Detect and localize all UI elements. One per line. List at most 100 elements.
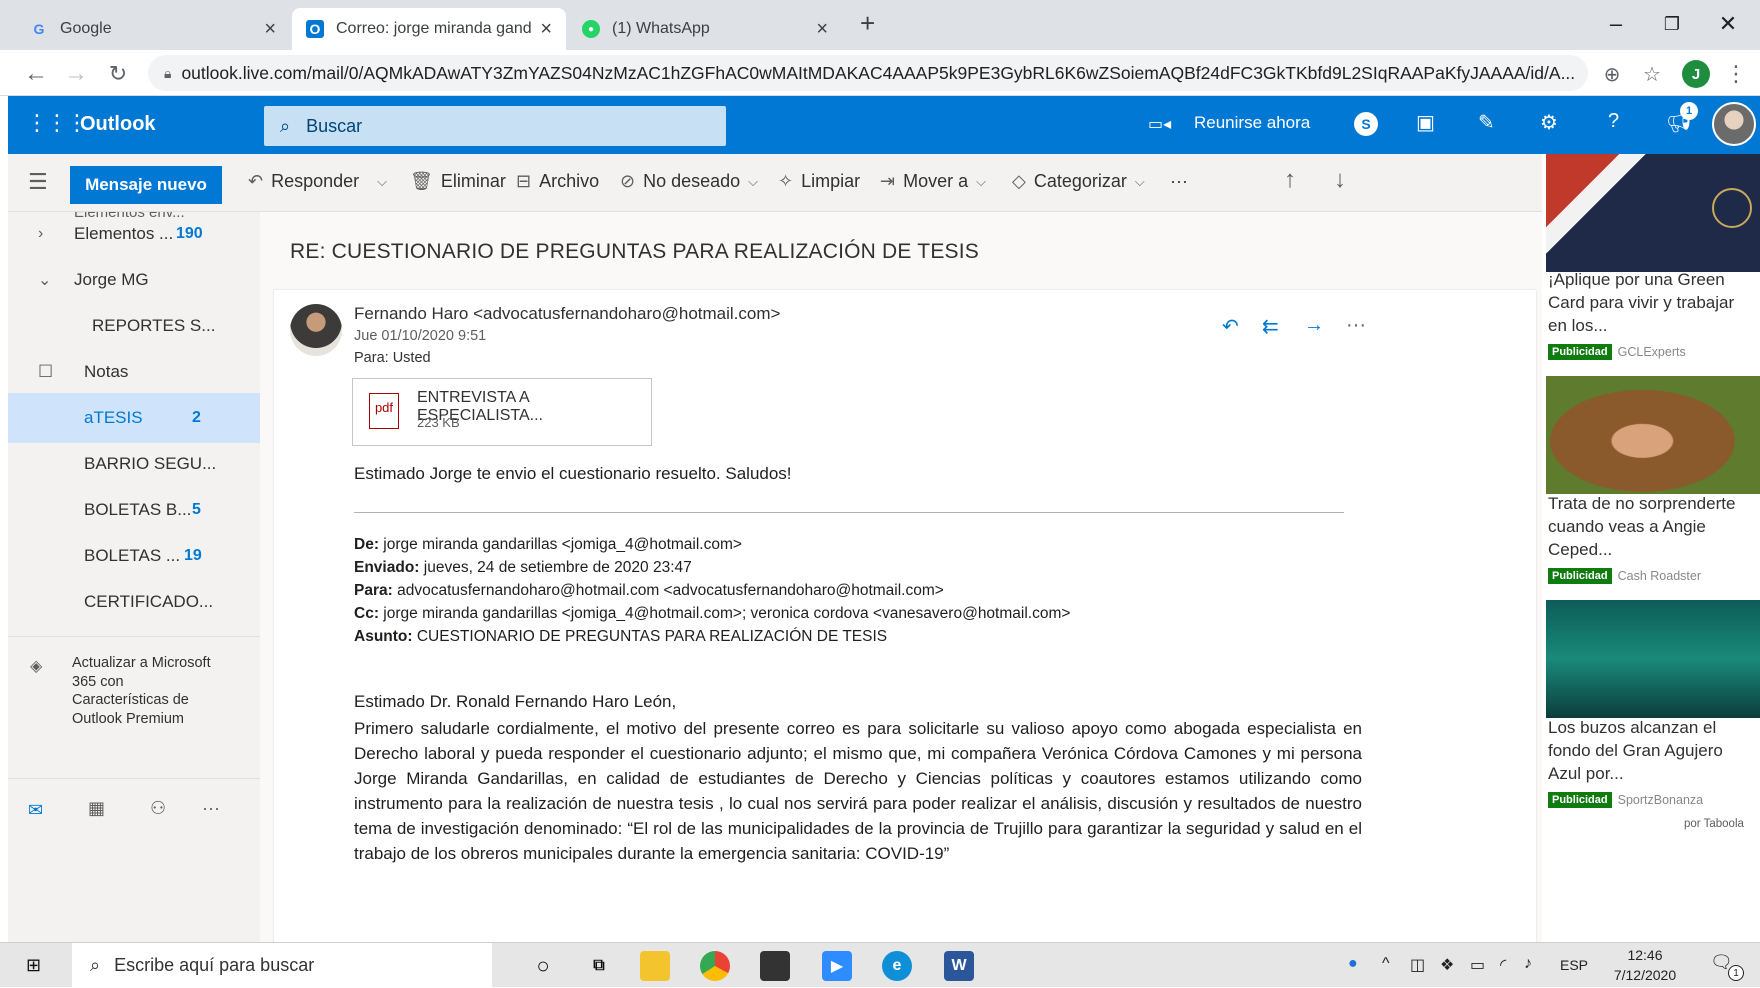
folder-item[interactable]: ☐ Notas [8, 347, 260, 397]
menu-kebab-icon[interactable]: ⋮ [1720, 58, 1752, 90]
word-icon[interactable]: W [944, 951, 974, 981]
clock-date[interactable]: 7/12/2020 [1610, 967, 1680, 983]
meet-now-button[interactable]: Reunirse ahora [1194, 113, 1310, 133]
chevron-right-icon[interactable]: › [38, 225, 43, 243]
tab-outlook[interactable]: O Correo: jorge miranda gandarilla × [292, 8, 566, 50]
folder-item[interactable]: REPORTES S... [8, 301, 260, 351]
arrow-down-icon[interactable]: ↓ [1334, 166, 1346, 194]
close-icon[interactable]: × [540, 18, 552, 41]
install-icon[interactable]: ⊕ [1596, 58, 1628, 90]
app-name[interactable]: Outlook [80, 113, 156, 136]
close-window-button[interactable]: ✕ [1700, 6, 1756, 42]
tab-whatsapp[interactable]: ● (1) WhatsApp × [568, 8, 842, 50]
search-input[interactable]: ⌕ Buscar [264, 106, 726, 146]
chevron-down-icon[interactable]: ⌵ [976, 174, 986, 190]
chevron-down-icon[interactable]: ⌄ [38, 270, 51, 290]
upgrade-link[interactable]: Actualizar a Microsoft 365 con Caracterí… [72, 654, 212, 728]
browser-tab-strip: G Google × O Correo: jorge miranda ganda… [0, 0, 1760, 50]
sender-avatar[interactable] [290, 304, 342, 356]
more-actions-button[interactable]: ··· [1170, 171, 1188, 192]
ad-image[interactable] [1546, 154, 1760, 272]
chrome-icon[interactable] [700, 951, 730, 981]
skype-icon[interactable]: S [1354, 112, 1378, 136]
taskbar-search-input[interactable]: ⌕ Escribe aquí para buscar [72, 943, 492, 988]
profile-avatar[interactable]: J [1682, 60, 1710, 88]
new-message-button[interactable]: Mensaje nuevo [70, 166, 222, 204]
restore-button[interactable]: ❐ [1644, 6, 1700, 42]
label: De: [354, 536, 379, 553]
arrow-up-icon[interactable]: ↑ [1284, 166, 1296, 194]
tab-google[interactable]: G Google × [16, 8, 290, 50]
new-tab-button[interactable]: + [860, 8, 875, 39]
office-icon[interactable]: ▣ [1416, 110, 1435, 135]
ad-text[interactable]: ¡Aplique por una Green Card para vivir y… [1548, 268, 1754, 337]
reply-all-icon[interactable]: ⇇ [1262, 314, 1279, 339]
wifi-icon[interactable]: ◜ [1500, 955, 1506, 975]
forward-icon[interactable]: → [1304, 314, 1324, 337]
battery-icon[interactable]: ▭ [1470, 955, 1485, 975]
chevron-down-icon[interactable]: ⌵ [748, 174, 758, 190]
cortana-icon[interactable]: ○ [528, 951, 558, 981]
close-icon[interactable]: × [264, 18, 276, 41]
folder-item[interactable]: BARRIO SEGU... [8, 439, 260, 489]
my-day-icon[interactable]: ✎ [1478, 110, 1495, 135]
forward-icon[interactable]: → [60, 58, 92, 90]
reload-icon[interactable]: ↻ [102, 58, 134, 90]
file-explorer-icon[interactable] [640, 951, 670, 981]
move-to-button[interactable]: ⇥ Mover a ⌵ [880, 171, 986, 192]
sender[interactable]: Fernando Haro <advocatusfernandoharo@hot… [354, 304, 780, 324]
clock-time[interactable]: 12:46 [1610, 947, 1680, 963]
zoom-icon[interactable]: ▶ [822, 951, 852, 981]
dropbox-icon[interactable]: ❖ [1440, 955, 1454, 975]
folder-item-selected[interactable]: aTESIS 2 [8, 393, 260, 443]
more-apps-icon[interactable]: ··· [202, 798, 220, 819]
junk-button[interactable]: ⊘ No deseado ⌵ [620, 171, 758, 192]
calendar-icon[interactable]: ▦ [88, 798, 105, 819]
ad-image[interactable] [1546, 376, 1760, 494]
language-indicator[interactable]: ESP [1560, 957, 1588, 973]
ad-image[interactable] [1546, 600, 1760, 718]
close-icon[interactable]: × [816, 18, 828, 41]
url-input[interactable]: 🔒︎ outlook.live.com/mail/0/AQMkADAwATY3Z… [148, 55, 1588, 91]
meet-tray-icon[interactable]: ◫ [1410, 955, 1425, 975]
email-subject: RE: CUESTIONARIO DE PREGUNTAS PARA REALI… [290, 240, 979, 263]
more-icon[interactable]: ··· [1346, 314, 1366, 337]
speaker-icon[interactable]: ♪ [1524, 955, 1532, 973]
chevron-down-icon[interactable]: ⌵ [377, 174, 387, 190]
folder-item[interactable]: CERTIFICADO... [8, 577, 260, 627]
chevron-up-icon[interactable]: ^ [1382, 955, 1390, 973]
folder-item[interactable]: BOLETAS ... 19 [8, 531, 260, 581]
ad-source: GCLExperts [1617, 345, 1686, 359]
ad-text[interactable]: Trata de no sorprenderte cuando veas a A… [1548, 492, 1754, 561]
hamburger-icon[interactable]: ☰ [28, 169, 48, 195]
reply-button[interactable]: ↶ Responder ⌵ [248, 171, 387, 192]
windows-start-icon[interactable]: ⊞ [26, 955, 41, 976]
app-launcher-icon[interactable]: ⋮⋮⋮ [26, 110, 88, 136]
people-icon[interactable]: ⚇ [150, 798, 166, 819]
star-icon[interactable]: ☆ [1636, 58, 1668, 90]
edge-icon[interactable]: e [882, 951, 912, 981]
delete-button[interactable]: 🗑︎ Eliminar [410, 171, 506, 192]
sweep-button[interactable]: ✧ Limpiar [778, 171, 860, 192]
help-icon[interactable]: ? [1608, 110, 1619, 133]
user-avatar[interactable] [1712, 102, 1756, 146]
mail-icon[interactable]: ✉ [28, 800, 43, 821]
ad-text[interactable]: Los buzos alcanzan el fondo del Gran Agu… [1548, 716, 1754, 785]
minimize-button[interactable]: – [1588, 6, 1644, 42]
store-icon[interactable] [760, 951, 790, 981]
folder-item[interactable]: BOLETAS B... 5 [8, 485, 260, 535]
body-paragraph: Primero saludarle cordialmente, el motiv… [354, 719, 1362, 863]
back-icon[interactable]: ← [20, 58, 52, 90]
folder-item[interactable]: ⌄ Jorge MG [8, 255, 260, 305]
folder-item[interactable]: › Elementos ... 190 [8, 212, 260, 259]
reply-icon[interactable]: ↶ [1222, 314, 1239, 339]
greeting: Estimado Dr. Ronald Fernando Haro León, [354, 692, 677, 711]
ads-footer[interactable]: por Taboola [1684, 818, 1744, 830]
gear-icon[interactable]: ⚙ [1540, 110, 1558, 135]
chevron-down-icon[interactable]: ⌵ [1135, 174, 1145, 190]
categorize-button[interactable]: ◇ Categorizar ⌵ [1012, 171, 1145, 192]
archive-button[interactable]: ⊟ Archivo [516, 171, 599, 192]
task-view-icon[interactable]: ⧉ [584, 951, 614, 981]
help-tray-icon[interactable]: ● [1348, 955, 1358, 973]
attachment-card[interactable]: pdf ENTREVISTA A ESPECIALISTA... 223 KB [352, 378, 652, 446]
